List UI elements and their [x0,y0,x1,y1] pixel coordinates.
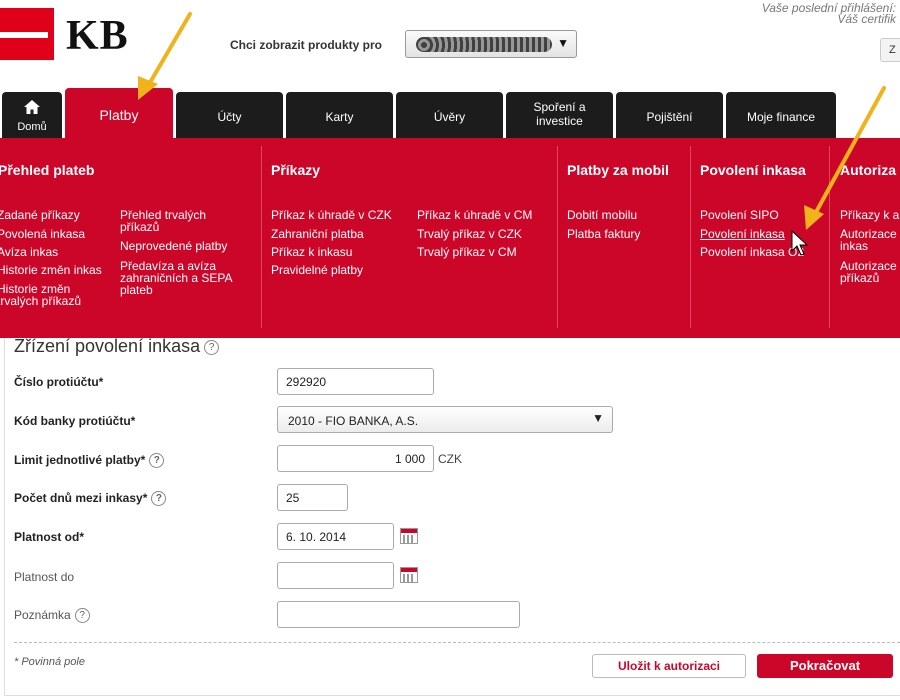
counter-account-input[interactable]: 292920 [277,368,434,395]
help-icon[interactable]: ? [74,608,90,624]
tab-sporeni[interactable]: Spoření a investice [506,92,613,138]
tab-label: Karty [325,110,354,124]
note-label-text: Poznámka [14,608,71,622]
note-label: Poznámka? [14,608,90,624]
menu-link-prikazy-k-autorizaci[interactable]: Příkazy k a [840,209,899,221]
kb-logo-mark[interactable] [0,8,54,60]
menu-link-faktura[interactable]: Platba faktury [567,228,640,240]
header: KB Chci zobrazit produkty pro ▼ Vaše pos… [0,0,900,88]
tab-platby[interactable]: Platby [65,88,173,138]
menu-link-inkasa-o2[interactable]: Povolení inkasa O2 [700,246,804,258]
page-title-text: Zřízení povolení inkasa [14,336,201,356]
menu-link-zahranicni[interactable]: Zahraniční platba [271,228,364,240]
menu-link-povolena-inkasa[interactable]: Povolená inkasa [0,228,85,240]
products-for-select[interactable]: ▼ [405,30,577,58]
menu-link-autorizace-prikazu[interactable]: Autorizace příkazů [840,260,900,284]
counter-account-label: Číslo protiúčtu* [14,375,104,389]
menu-heading-prehled: Přehled plateb [0,162,95,178]
menu-link-prikaz-cm[interactable]: Příkaz k úhradě v CM [417,209,532,221]
tab-label: Účty [217,110,242,124]
help-icon[interactable]: ? [149,453,165,469]
header-button[interactable]: Z [880,38,900,62]
menu-divider [690,146,691,328]
tab-label: Úvěry [433,110,466,124]
currency-unit: CZK [438,452,462,466]
tab-ucty[interactable]: Účty [176,92,283,138]
valid-from-label: Platnost od* [14,530,85,544]
calendar-icon[interactable] [400,567,418,583]
main-nav-tabs: Domů Platby Účty Karty Úvěry Spoření a i… [0,88,900,138]
note-input[interactable] [277,601,520,628]
tab-pojisteni[interactable]: Pojištění [616,92,723,138]
save-for-authorization-button[interactable]: Uložit k autorizaci [592,654,746,678]
menu-link-prikaz-czk[interactable]: Příkaz k úhradě v CZK [271,209,392,221]
menu-link-sipo[interactable]: Povolení SIPO [700,209,779,221]
menu-link-predaviza[interactable]: Předavíza a avíza zahraničních a SEPA pl… [120,260,250,296]
menu-link-autorizace-inkas[interactable]: Autorizace inkas [840,228,900,252]
menu-link-pravidelne[interactable]: Pravidelné platby [271,264,363,276]
redacted-client-name [416,37,552,52]
tab-karty[interactable]: Karty [286,92,393,138]
menu-link-dobiti[interactable]: Dobití mobilu [567,209,637,221]
payment-limit-label-text: Limit jednotlivé platby* [14,453,146,467]
days-between-input[interactable]: 25 [277,484,348,511]
menu-divider [829,146,830,328]
continue-button[interactable]: Pokračovat [757,654,893,678]
bank-code-value: 2010 - FIO BANKA, A.S. [288,414,419,428]
menu-heading-autorizace: Autoriza [840,162,896,178]
days-between-label-text: Počet dnů mezi inkasy* [14,491,148,505]
products-for-label: Chci zobrazit produkty pro [230,38,383,52]
tab-label: Pojištění [646,110,693,124]
menu-divider [261,146,262,328]
menu-link-zadane-prikazy[interactable]: Zadané příkazy [0,209,80,221]
payments-mega-menu: Přehled plateb Zadané příkazy Povolená i… [0,138,900,338]
form-divider [14,642,900,643]
help-icon[interactable]: ? [151,491,167,507]
dropdown-arrow-icon: ▼ [592,411,604,425]
menu-link-trvaly-czk[interactable]: Trvalý příkaz v CZK [417,228,522,240]
menu-link-aviza-inkas[interactable]: Avíza inkas [0,246,58,258]
valid-to-label: Platnost do [14,570,75,584]
payment-limit-label: Limit jednotlivé platby*? [14,453,165,469]
home-icon [24,100,40,114]
payment-limit-input[interactable]: 1 000 [277,445,434,472]
calendar-icon[interactable] [400,528,418,544]
help-icon[interactable]: ? [204,339,220,355]
bank-code-select[interactable]: 2010 - FIO BANKA, A.S. ▼ [277,406,613,433]
valid-from-input[interactable]: 6. 10. 2014 [277,523,394,550]
valid-to-input[interactable] [277,562,394,589]
menu-link-povoleni-inkasa[interactable]: Povolení inkasa [700,228,785,240]
tab-uvery[interactable]: Úvěry [396,92,503,138]
kb-logo-text[interactable]: KB [66,12,129,60]
required-fields-note: * Povinná pole [14,656,85,668]
menu-divider [557,146,558,328]
menu-heading-inkasa: Povolení inkasa [700,162,806,178]
menu-link-historie-trvalych[interactable]: Historie změn trvalých příkazů [0,283,97,307]
menu-heading-mobil: Platby za mobil [567,162,669,178]
tab-label: Moje finance [746,110,816,124]
menu-link-prehled-trvalych[interactable]: Přehled trvalých příkazů [120,209,240,233]
page-title: Zřízení povolení inkasa? [14,336,220,357]
tab-domu[interactable]: Domů [2,92,62,138]
menu-heading-prikazy: Příkazy [271,162,321,178]
menu-link-prikaz-inkasu[interactable]: Příkaz k inkasu [271,246,352,258]
dropdown-arrow-icon: ▼ [557,36,569,50]
days-between-label: Počet dnů mezi inkasy*? [14,491,167,507]
menu-link-trvaly-cm[interactable]: Trvalý příkaz v CM [417,246,517,258]
tab-label: Domů [17,121,47,133]
menu-link-neprovedene[interactable]: Neprovedené platby [120,240,227,252]
menu-link-historie-inkas[interactable]: Historie změn inkas [0,264,102,276]
tab-label: Spoření a investice [533,100,586,128]
certificate-text: Váš certifik [837,12,896,26]
bank-code-label: Kód banky protiúčtu* [14,414,136,428]
tab-moje-finance[interactable]: Moje finance [726,92,836,138]
direct-debit-form: Zřízení povolení inkasa? Číslo protiúčtu… [0,336,900,700]
tab-label: Platby [99,107,139,123]
